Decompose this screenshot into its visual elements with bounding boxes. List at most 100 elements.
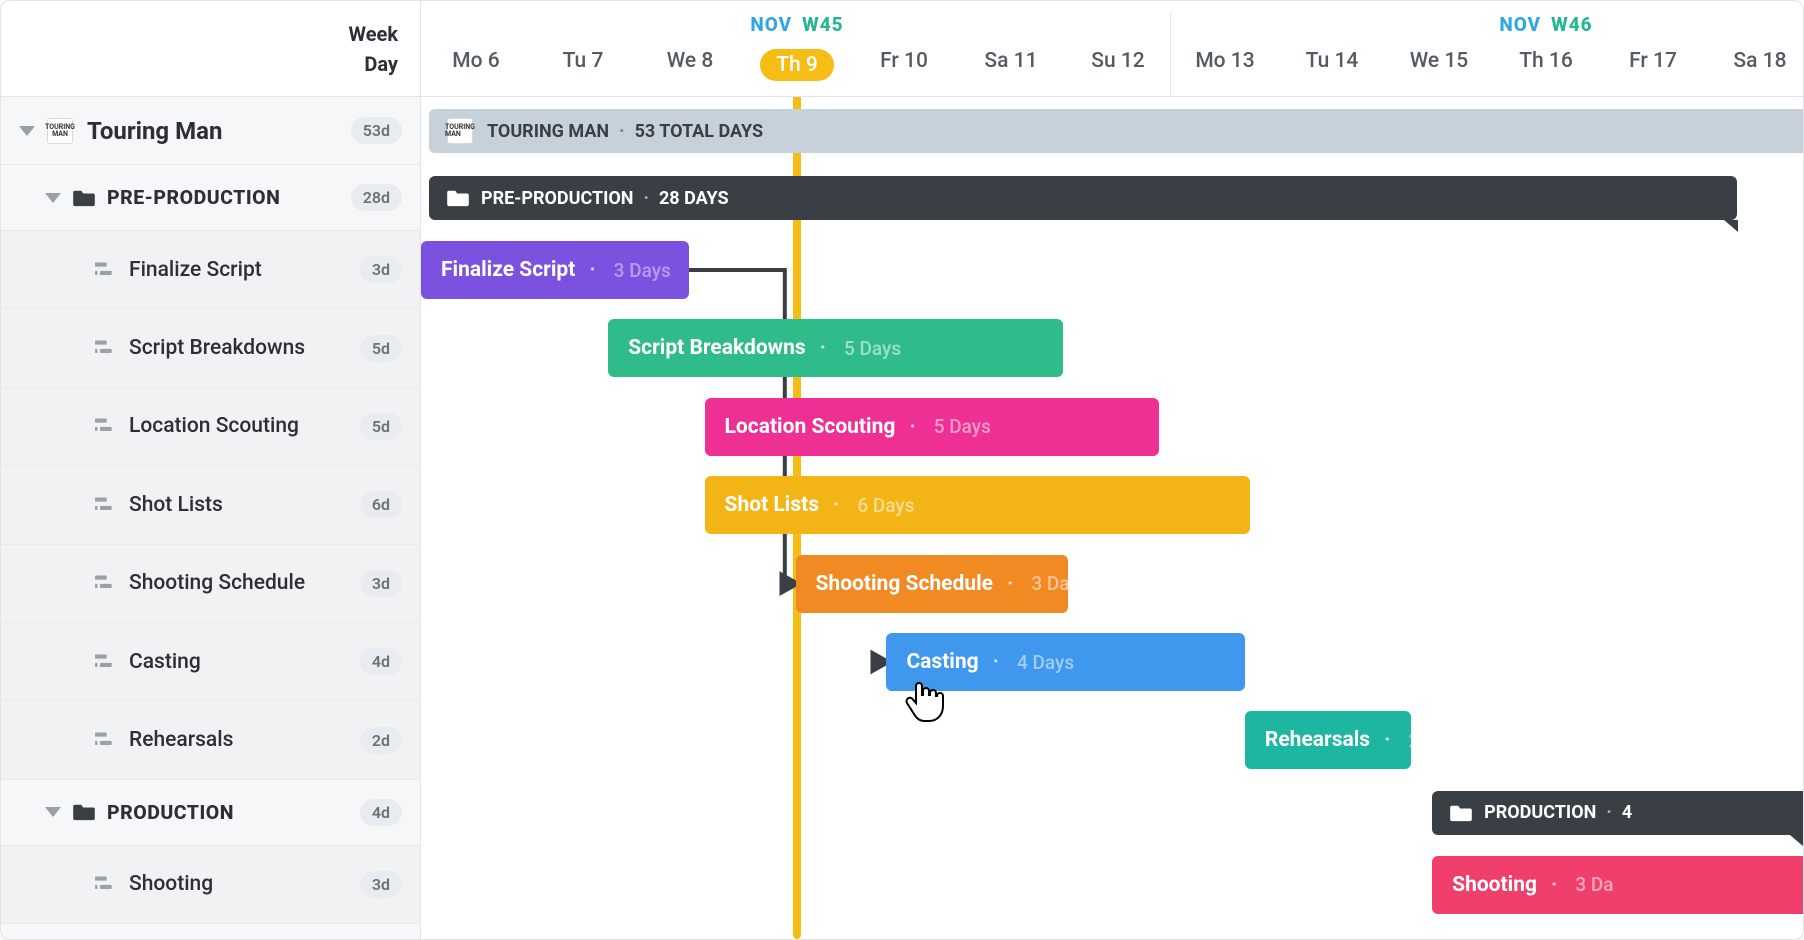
task-icon	[95, 418, 115, 434]
day-label[interactable]: We 8	[635, 49, 745, 73]
duration-badge: 3d	[360, 871, 402, 898]
task-name: Shooting	[129, 872, 352, 896]
task-bar-duration: 3 Days	[1031, 572, 1068, 595]
caret-icon[interactable]	[45, 193, 61, 203]
week-label: NOVW46	[1491, 13, 1601, 36]
sidebar-phase-row[interactable]: PRODUCTION 4d	[1, 780, 420, 846]
sidebar-task-row[interactable]: Shooting 3d	[1, 846, 420, 924]
day-label[interactable]: Fr 17	[1598, 49, 1708, 73]
task-bar-duration: 4 Days	[1017, 651, 1074, 674]
task-bar[interactable]: Location Scouting·5 Days	[705, 398, 1160, 456]
duration-badge: 6d	[360, 491, 402, 518]
day-label[interactable]: Sa 11	[956, 49, 1066, 73]
task-bar-name: Shooting Schedule	[816, 572, 994, 596]
label-day: Day	[364, 49, 398, 79]
folder-icon	[1450, 804, 1472, 822]
sidebar-task-row[interactable]: Casting 4d	[1, 623, 420, 701]
task-bar[interactable]: Shooting·3 Da	[1432, 856, 1803, 914]
task-bar[interactable]: Casting·4 Days	[886, 633, 1244, 691]
sidebar-task-row[interactable]: Finalize Script 3d	[1, 231, 420, 309]
duration-badge: 5d	[360, 413, 402, 440]
sidebar-task-row[interactable]: Shooting Schedule3d	[1, 545, 420, 623]
task-bar-name: Casting	[906, 650, 978, 674]
task-name: Shot Lists	[129, 493, 352, 517]
header-left-labels: Week Day	[1, 1, 421, 97]
sidebar[interactable]: TOURINGMAN Touring Man 53d PRE-PRODUCTION 28…	[1, 97, 421, 939]
sidebar-project-row[interactable]: TOURINGMAN Touring Man 53d	[1, 97, 420, 165]
duration-badge: 2d	[360, 727, 402, 754]
duration-badge: 3d	[360, 256, 402, 283]
task-bar-name: Shot Lists	[725, 493, 819, 517]
project-thumb: TOURINGMAN	[47, 118, 73, 144]
phase-banner-meta: 4	[1622, 802, 1632, 823]
task-bar-duration: 5 Days	[844, 337, 901, 360]
project-banner[interactable]: TOURINGMANTOURING MAN·53 TOTAL DAYS	[429, 109, 1803, 153]
folder-icon	[73, 189, 95, 207]
caret-icon[interactable]	[19, 126, 35, 136]
week-label: NOVW45	[742, 13, 852, 36]
day-label[interactable]: Th 16	[1491, 49, 1601, 73]
timeline-body[interactable]: TOURINGMANTOURING MAN·53 TOTAL DAYS PRE-P…	[421, 97, 1803, 939]
task-name: Location Scouting	[129, 414, 352, 438]
phase-banner-name: PRE-PRODUCTION	[481, 188, 634, 209]
day-label[interactable]: Tu 14	[1277, 49, 1387, 73]
task-bar[interactable]: Script Breakdowns·5 Days	[608, 319, 1063, 377]
task-icon	[95, 732, 115, 748]
sidebar-task-row[interactable]: Shot Lists 6d	[1, 466, 420, 544]
day-label[interactable]: Su 12	[1063, 49, 1173, 73]
task-bar-duration: 3 Da	[1575, 873, 1613, 896]
day-label[interactable]: Tu 7	[528, 49, 638, 73]
day-label[interactable]: We 15	[1384, 49, 1494, 73]
phase-banner[interactable]: PRE-PRODUCTION·28 DAYS	[429, 176, 1737, 220]
task-bar-name: Shooting	[1452, 873, 1537, 897]
task-name: Rehearsals	[129, 728, 352, 752]
task-icon	[95, 340, 115, 356]
task-bar[interactable]: Shooting Schedule·3 Days	[796, 555, 1069, 613]
project-banner-meta: 53 TOTAL DAYS	[635, 121, 763, 142]
day-label[interactable]: Sa 18	[1705, 49, 1804, 73]
day-label[interactable]: Mo 6	[421, 49, 531, 73]
task-icon	[95, 575, 115, 591]
task-name: Casting	[129, 650, 352, 674]
task-bar[interactable]: Rehearsals·2...	[1245, 711, 1411, 769]
task-icon	[95, 654, 115, 670]
task-bar-name: Rehearsals	[1265, 728, 1370, 752]
task-name: Shooting Schedule	[129, 571, 352, 595]
sidebar-task-row[interactable]: Rehearsals 2d	[1, 701, 420, 779]
task-bar-duration: 3 Days	[614, 259, 671, 282]
phase-name: PRE-PRODUCTION	[107, 186, 343, 209]
task-name: Finalize Script	[129, 258, 352, 282]
duration-badge: 5d	[360, 335, 402, 362]
day-label[interactable]: Th 9	[742, 49, 852, 81]
task-icon	[95, 876, 115, 892]
sidebar-phase-row[interactable]: PRE-PRODUCTION 28d	[1, 165, 420, 231]
timeline-header[interactable]: NOVW45NOVW46 Mo 6Tu 7We 8Th 9Fr 10Sa 11S…	[421, 1, 1803, 97]
duration-badge: 4d	[360, 799, 402, 826]
phase-banner-name: PRODUCTION	[1484, 802, 1596, 823]
project-banner-name: TOURING MAN	[487, 121, 609, 142]
day-label[interactable]: Fr 10	[849, 49, 959, 73]
phase-banner-meta: 28 DAYS	[659, 188, 729, 209]
task-name: Script Breakdowns	[129, 336, 352, 360]
phase-name: PRODUCTION	[107, 801, 352, 824]
day-label[interactable]: Mo 13	[1170, 49, 1280, 73]
sidebar-task-row[interactable]: Location Scouting 5d	[1, 388, 420, 466]
caret-icon[interactable]	[45, 807, 61, 817]
sidebar-task-row[interactable]: Script Breakdowns 5d	[1, 309, 420, 387]
task-bar[interactable]: Finalize Script·3 Days	[421, 241, 689, 299]
phase-banner[interactable]: PRODUCTION·4	[1432, 791, 1803, 835]
task-bar[interactable]: Shot Lists·6 Days	[705, 476, 1251, 534]
folder-icon	[73, 803, 95, 821]
task-bar-name: Script Breakdowns	[628, 336, 805, 360]
task-icon	[95, 497, 115, 513]
folder-icon	[447, 189, 469, 207]
duration-badge: 53d	[351, 117, 402, 144]
task-bar-name: Location Scouting	[725, 415, 896, 439]
task-bar-duration: 6 Days	[857, 494, 914, 517]
task-icon	[95, 262, 115, 278]
duration-badge: 4d	[360, 648, 402, 675]
duration-badge: 28d	[351, 184, 402, 211]
label-week: Week	[349, 19, 398, 49]
project-name: Touring Man	[87, 117, 343, 145]
task-bar-name: Finalize Script	[441, 258, 575, 282]
